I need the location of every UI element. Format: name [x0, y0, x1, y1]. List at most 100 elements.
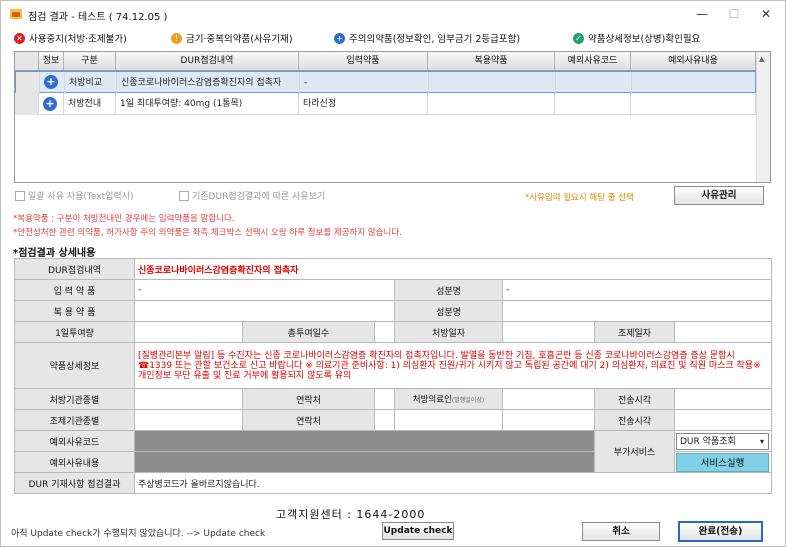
row-selector[interactable] [16, 72, 40, 94]
note-line-1: *복용약품 : 구분이 처방전내인 경우에는 입력약품을 말합니다. [13, 214, 235, 224]
rx-doctor-label: 처방의료인(발행일이상) [394, 388, 503, 410]
exc-code-cell[interactable] [556, 72, 632, 94]
col-header-type[interactable]: 구분 [64, 52, 116, 71]
col-header-exc-code[interactable]: 예외사유코드 [555, 52, 631, 71]
legend-label: 금기·중복의약품(사유기재) [186, 34, 293, 45]
col-header-taking-drug[interactable]: 복용약품 [428, 52, 555, 71]
drug-info-value: [질병관리본부 알림] 등 수진자는 신종 코로나바이러스감염증 확진자의 접촉… [133, 342, 773, 389]
checkbox-icon[interactable] [15, 190, 25, 201]
dur-cell: 신종코로나바이러스감염증확진자의 접촉자 [117, 72, 300, 94]
type-cell: 처방비교 [65, 72, 117, 94]
input-drug-cell: - [300, 72, 429, 94]
taking-drug-value [134, 300, 395, 322]
row-selector[interactable] [15, 93, 39, 115]
contact-value [374, 388, 395, 410]
service-select-cell: DUR 약품조회 ▾ [673, 430, 773, 452]
daily-dose-value [134, 321, 243, 343]
app-icon [10, 9, 22, 19]
chevron-down-icon[interactable]: ▾ [760, 434, 764, 450]
check-circle-icon: ✓ [573, 32, 584, 44]
col-header-info[interactable]: 정보 [39, 52, 64, 71]
col-header-dur[interactable]: DUR점검내역 [116, 52, 299, 71]
checkbox-icon[interactable] [179, 190, 189, 201]
blank-cell [394, 409, 503, 431]
note-line-2: *안전성처한 관련 의약품, 허가사항 주의 의약품은 좌측 체크박스 선택시 … [13, 228, 402, 238]
exc-reason-value [134, 451, 595, 473]
exc-code-cell[interactable] [555, 93, 631, 115]
update-check-button[interactable]: Update check [382, 522, 454, 540]
result-grid: 정보 구분 DUR점검내역 입력약품 복용약품 예외사유코드 예외사유내용 + … [14, 51, 771, 183]
plus-circle-icon[interactable]: + [43, 97, 57, 111]
total-days-value [374, 321, 395, 343]
cancel-button[interactable]: 취소 [582, 522, 660, 541]
daily-dose-label: 1일투여량 [14, 321, 135, 343]
plus-circle-icon[interactable]: + [44, 75, 58, 89]
support-center: 고객지원센터 : 1644-2000 [276, 508, 426, 521]
exc-reason-cell[interactable] [632, 72, 757, 94]
exc-reason-label: 예외사유내용 [14, 451, 135, 473]
dur-result-window: 점검 결과 - 테스트 ( 74.12.05 ) — ☐ ✕ ✕ 사용중지(처방… [0, 0, 786, 547]
rx-inst-value [134, 388, 243, 410]
plus-circle-icon: + [334, 32, 345, 44]
grid-scrollbar[interactable]: ▲ [756, 52, 770, 182]
ingredient-value [501, 300, 773, 322]
dur-cell: 1일 최대투여량: 40mg (1통목) [116, 93, 299, 115]
ingredient-label: 성분명 [394, 300, 503, 322]
input-drug-value: - [134, 279, 395, 301]
service-select-value: DUR 약품조회 [680, 437, 736, 447]
title-bar: 점검 결과 - 테스트 ( 74.12.05 ) — ☐ ✕ [1, 1, 785, 28]
service-run-button[interactable]: 서비스실행 [676, 453, 769, 472]
warning-circle-icon: ! [171, 32, 182, 44]
service-select[interactable]: DUR 약품조회 ▾ [676, 433, 769, 450]
extra-service-label: 부가서비스 [594, 430, 675, 473]
grid-corner [15, 52, 39, 71]
contact-value [374, 409, 395, 431]
send-time-label: 전송시각 [594, 409, 675, 431]
rx-inst-label: 처방기관종별 [14, 388, 135, 410]
table-row[interactable]: + 처방비교 신종코로나바이러스감염증확진자의 접촉자 - [15, 71, 757, 94]
send-time-value [673, 388, 773, 410]
rx-date-label: 처방일자 [394, 321, 503, 343]
prev-reason-checkbox[interactable]: 기존DUR점검결과에 따른 사유보기 [179, 189, 325, 202]
drug-info-label: 약품상세정보 [14, 342, 135, 389]
taking-drug-label: 복 용 약 품 [14, 300, 135, 322]
send-time-label: 전송시각 [594, 388, 675, 410]
disp-inst-value [134, 409, 243, 431]
info-cell[interactable]: + [40, 72, 65, 94]
complete-send-button[interactable]: 완료(전송) [678, 521, 763, 542]
taking-drug-cell [429, 72, 556, 94]
window-title: 점검 결과 - 테스트 ( 74.12.05 ) [28, 12, 168, 23]
input-drug-cell: 타라신정 [299, 93, 428, 115]
rx-doctor-value [502, 388, 595, 410]
close-button[interactable]: ✕ [751, 5, 781, 23]
exc-code-value [134, 430, 595, 452]
rx-doctor-sub: (발행일이상) [451, 397, 485, 404]
minimize-button[interactable]: — [687, 5, 717, 23]
send-time-value [673, 409, 773, 431]
contact-label: 연락처 [242, 388, 375, 410]
maximize-button[interactable]: ☐ [719, 5, 749, 23]
dur-note-label: DUR 기재사항 점검결과 [14, 472, 135, 494]
disp-inst-label: 조제기관종별 [14, 409, 135, 431]
ingredient-label: 성분명 [394, 279, 503, 301]
legend-label: 주의의약품(정보확인, 임부금기 2등급포함) [349, 34, 521, 45]
taking-drug-cell [428, 93, 555, 115]
rx-date-value [502, 321, 595, 343]
bulk-reason-checkbox[interactable]: 일괄 사유 사용(Text입력시) [15, 189, 133, 202]
ingredient-value: - [501, 279, 773, 301]
col-header-exc-reason[interactable]: 예외사유내용 [631, 52, 756, 71]
x-circle-icon: ✕ [14, 32, 25, 44]
scroll-up-icon[interactable]: ▲ [759, 55, 764, 63]
service-button-cell: 서비스실행 [673, 451, 773, 473]
col-header-input-drug[interactable]: 입력약품 [299, 52, 428, 71]
legend-caution: + 주의의약품(정보확인, 임부금기 2등급포함) [334, 31, 520, 45]
reason-manage-button[interactable]: 사유관리 [674, 186, 764, 205]
legend-label: 사용중지(처방·조제불가) [29, 34, 127, 45]
table-row[interactable]: + 처방전내 1일 최대투여량: 40mg (1통목) 타라신정 [15, 93, 756, 115]
exc-reason-cell[interactable] [631, 93, 756, 115]
dispense-date-value [673, 321, 773, 343]
info-cell[interactable]: + [39, 93, 64, 115]
reason-hint: *사유입력 필요시 해당 줄 선택 [525, 193, 634, 203]
total-days-label: 총투여일수 [242, 321, 375, 343]
detail-table: DUR점검내역 신종코로나바이러스감염증확진자의 접촉자 입 력 약 품 - 성… [14, 258, 773, 494]
